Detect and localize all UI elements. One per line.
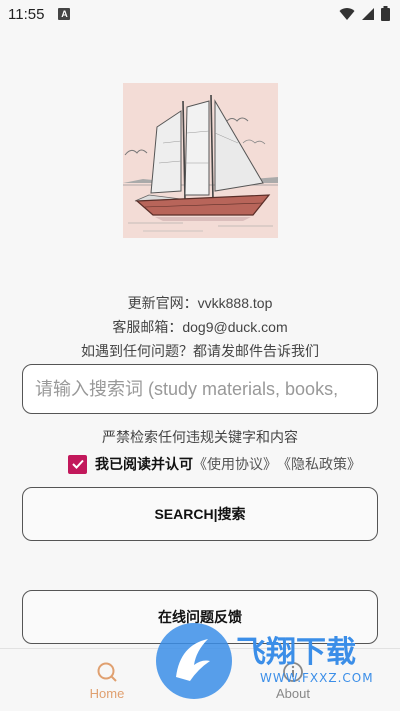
search-box[interactable] xyxy=(22,364,378,414)
nav-about-label: About xyxy=(276,686,310,701)
contact-text: 如遇到任何问题？都请发邮件告诉我们 xyxy=(81,343,319,359)
checkmark-icon xyxy=(71,459,84,469)
website-text: 更新官网：vvkk888.top xyxy=(127,295,273,311)
signal-icon xyxy=(362,7,374,20)
agreement-label: 我已阅读并认可 xyxy=(95,456,193,472)
status-bar: 11:55 A xyxy=(0,0,400,28)
search-input[interactable] xyxy=(35,378,377,400)
nav-home[interactable]: Home xyxy=(52,649,162,711)
agreement-checkbox[interactable] xyxy=(68,454,87,474)
agreement-row: 我已阅读并认可 《使用协议》 《隐私政策》 xyxy=(68,453,361,475)
status-time: 11:55 xyxy=(8,5,45,23)
status-icons xyxy=(339,6,390,21)
battery-icon xyxy=(381,6,390,21)
info-icon xyxy=(283,662,303,682)
feedback-button[interactable]: 在线问题反馈 xyxy=(22,590,378,644)
nav-home-label: Home xyxy=(89,686,125,701)
wifi-icon xyxy=(339,7,355,20)
search-button[interactable]: SEARCH|搜索 xyxy=(22,487,378,541)
warning-text: 严禁检索任何违规关键字和内容 xyxy=(102,429,298,445)
search-icon xyxy=(97,662,117,682)
bottom-nav: Home About xyxy=(0,648,400,711)
email-text: 客服邮箱：dog9@duck.com xyxy=(112,319,288,335)
notification-a-icon: A xyxy=(58,8,71,20)
privacy-link[interactable]: 《隐私政策》 xyxy=(277,454,361,474)
sailboat-logo xyxy=(123,83,278,238)
terms-link[interactable]: 《使用协议》 xyxy=(193,454,277,474)
nav-about[interactable]: About xyxy=(238,649,348,711)
